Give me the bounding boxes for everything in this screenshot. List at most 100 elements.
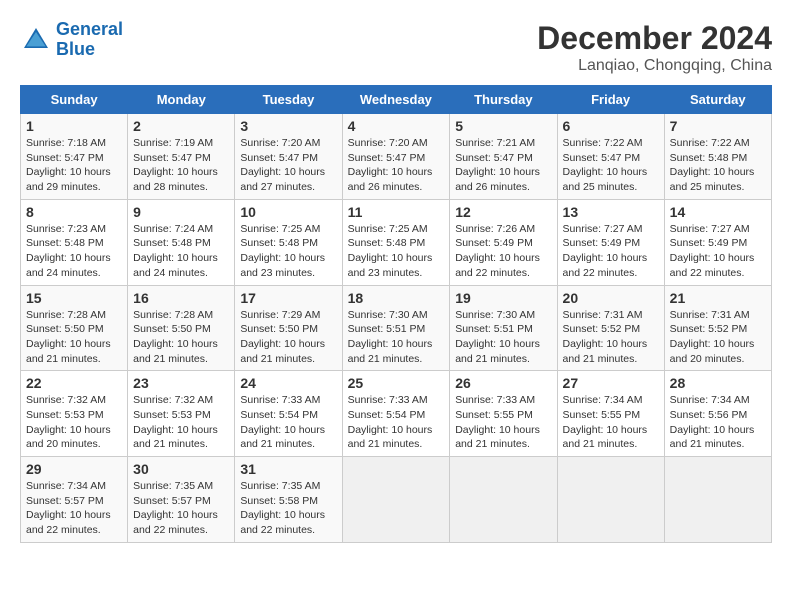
day-number: 7 [670,118,766,134]
day-number: 19 [455,290,551,306]
day-number: 2 [133,118,229,134]
day-detail: Sunrise: 7:30 AM Sunset: 5:51 PM Dayligh… [348,308,445,367]
day-cell: 27 Sunrise: 7:34 AM Sunset: 5:55 PM Dayli… [557,371,664,457]
day-detail: Sunrise: 7:32 AM Sunset: 5:53 PM Dayligh… [26,393,122,452]
day-detail: Sunrise: 7:19 AM Sunset: 5:47 PM Dayligh… [133,136,229,195]
calendar-body: 1Sunrise: 7:18 AM Sunset: 5:47 PM Daylig… [21,114,772,543]
day-cell: 7 Sunrise: 7:22 AM Sunset: 5:48 PM Daylig… [664,114,771,200]
day-detail: Sunrise: 7:35 AM Sunset: 5:58 PM Dayligh… [240,479,336,538]
day-cell: 26Sunrise: 7:33 AM Sunset: 5:55 PM Dayli… [450,371,557,457]
day-cell: 22 Sunrise: 7:32 AM Sunset: 5:53 PM Dayli… [21,371,128,457]
day-number: 22 [26,375,122,391]
day-number: 25 [348,375,445,391]
day-detail: Sunrise: 7:28 AM Sunset: 5:50 PM Dayligh… [133,308,229,367]
day-number: 18 [348,290,445,306]
logo-text: General Blue [56,20,123,60]
day-detail: Sunrise: 7:24 AM Sunset: 5:48 PM Dayligh… [133,222,229,281]
day-number: 11 [348,204,445,220]
day-cell: 23 Sunrise: 7:32 AM Sunset: 5:53 PM Dayli… [128,371,235,457]
title-block: December 2024 Lanqiao, Chongqing, China [537,20,772,75]
day-cell [342,457,450,543]
day-number: 29 [26,461,122,477]
day-cell: 20 Sunrise: 7:31 AM Sunset: 5:52 PM Dayli… [557,285,664,371]
header-cell-sunday: Sunday [21,86,128,114]
day-number: 13 [563,204,659,220]
day-number: 3 [240,118,336,134]
day-cell: 13Sunrise: 7:27 AM Sunset: 5:49 PM Dayli… [557,199,664,285]
day-number: 23 [133,375,229,391]
day-detail: Sunrise: 7:31 AM Sunset: 5:52 PM Dayligh… [670,308,766,367]
day-detail: Sunrise: 7:23 AM Sunset: 5:48 PM Dayligh… [26,222,122,281]
day-number: 24 [240,375,336,391]
day-detail: Sunrise: 7:32 AM Sunset: 5:53 PM Dayligh… [133,393,229,452]
day-detail: Sunrise: 7:25 AM Sunset: 5:48 PM Dayligh… [240,222,336,281]
day-cell: 9 Sunrise: 7:24 AM Sunset: 5:48 PM Daylig… [128,199,235,285]
logo: General Blue [20,20,123,60]
day-detail: Sunrise: 7:34 AM Sunset: 5:57 PM Dayligh… [26,479,122,538]
day-detail: Sunrise: 7:29 AM Sunset: 5:50 PM Dayligh… [240,308,336,367]
logo-icon [20,24,52,56]
day-cell: 4Sunrise: 7:20 AM Sunset: 5:47 PM Daylig… [342,114,450,200]
day-number: 17 [240,290,336,306]
day-detail: Sunrise: 7:30 AM Sunset: 5:51 PM Dayligh… [455,308,551,367]
day-cell: 14 Sunrise: 7:27 AM Sunset: 5:49 PM Dayli… [664,199,771,285]
day-number: 26 [455,375,551,391]
day-detail: Sunrise: 7:34 AM Sunset: 5:56 PM Dayligh… [670,393,766,452]
day-number: 30 [133,461,229,477]
day-cell: 1Sunrise: 7:18 AM Sunset: 5:47 PM Daylig… [21,114,128,200]
day-cell: 31 Sunrise: 7:35 AM Sunset: 5:58 PM Dayli… [235,457,342,543]
day-cell: 10Sunrise: 7:25 AM Sunset: 5:48 PM Dayli… [235,199,342,285]
header-cell-friday: Friday [557,86,664,114]
day-cell: 15 Sunrise: 7:28 AM Sunset: 5:50 PM Dayli… [21,285,128,371]
day-detail: Sunrise: 7:27 AM Sunset: 5:49 PM Dayligh… [670,222,766,281]
day-detail: Sunrise: 7:22 AM Sunset: 5:47 PM Dayligh… [563,136,659,195]
day-cell: 3 Sunrise: 7:20 AM Sunset: 5:47 PM Daylig… [235,114,342,200]
day-number: 9 [133,204,229,220]
day-detail: Sunrise: 7:25 AM Sunset: 5:48 PM Dayligh… [348,222,445,281]
header-cell-wednesday: Wednesday [342,86,450,114]
day-number: 27 [563,375,659,391]
day-cell [664,457,771,543]
day-detail: Sunrise: 7:22 AM Sunset: 5:48 PM Dayligh… [670,136,766,195]
day-cell: 11 Sunrise: 7:25 AM Sunset: 5:48 PM Dayli… [342,199,450,285]
day-cell: 5 Sunrise: 7:21 AM Sunset: 5:47 PM Daylig… [450,114,557,200]
day-cell: 12Sunrise: 7:26 AM Sunset: 5:49 PM Dayli… [450,199,557,285]
logo-line2: Blue [56,39,95,59]
day-detail: Sunrise: 7:20 AM Sunset: 5:47 PM Dayligh… [240,136,336,195]
day-number: 28 [670,375,766,391]
day-number: 5 [455,118,551,134]
day-detail: Sunrise: 7:34 AM Sunset: 5:55 PM Dayligh… [563,393,659,452]
day-number: 21 [670,290,766,306]
day-cell [450,457,557,543]
day-number: 20 [563,290,659,306]
day-number: 15 [26,290,122,306]
week-row-4: 22 Sunrise: 7:32 AM Sunset: 5:53 PM Dayli… [21,371,772,457]
day-number: 31 [240,461,336,477]
subtitle: Lanqiao, Chongqing, China [537,57,772,75]
day-detail: Sunrise: 7:35 AM Sunset: 5:57 PM Dayligh… [133,479,229,538]
day-cell: 2 Sunrise: 7:19 AM Sunset: 5:47 PM Daylig… [128,114,235,200]
week-row-3: 15 Sunrise: 7:28 AM Sunset: 5:50 PM Dayli… [21,285,772,371]
day-detail: Sunrise: 7:31 AM Sunset: 5:52 PM Dayligh… [563,308,659,367]
day-number: 16 [133,290,229,306]
day-cell: 6 Sunrise: 7:22 AM Sunset: 5:47 PM Daylig… [557,114,664,200]
header: General Blue December 2024 Lanqiao, Chon… [20,20,772,75]
day-cell: 29 Sunrise: 7:34 AM Sunset: 5:57 PM Dayli… [21,457,128,543]
day-number: 14 [670,204,766,220]
day-number: 6 [563,118,659,134]
day-number: 8 [26,204,122,220]
week-row-1: 1Sunrise: 7:18 AM Sunset: 5:47 PM Daylig… [21,114,772,200]
day-cell [557,457,664,543]
day-cell: 8 Sunrise: 7:23 AM Sunset: 5:48 PM Daylig… [21,199,128,285]
day-detail: Sunrise: 7:33 AM Sunset: 5:54 PM Dayligh… [240,393,336,452]
day-number: 4 [348,118,445,134]
day-number: 12 [455,204,551,220]
day-cell: 21 Sunrise: 7:31 AM Sunset: 5:52 PM Dayli… [664,285,771,371]
main-title: December 2024 [537,20,772,57]
day-detail: Sunrise: 7:21 AM Sunset: 5:47 PM Dayligh… [455,136,551,195]
day-cell: 24 Sunrise: 7:33 AM Sunset: 5:54 PM Dayli… [235,371,342,457]
day-cell: 28 Sunrise: 7:34 AM Sunset: 5:56 PM Dayli… [664,371,771,457]
day-detail: Sunrise: 7:18 AM Sunset: 5:47 PM Dayligh… [26,136,122,195]
day-detail: Sunrise: 7:28 AM Sunset: 5:50 PM Dayligh… [26,308,122,367]
day-cell: 19 Sunrise: 7:30 AM Sunset: 5:51 PM Dayli… [450,285,557,371]
